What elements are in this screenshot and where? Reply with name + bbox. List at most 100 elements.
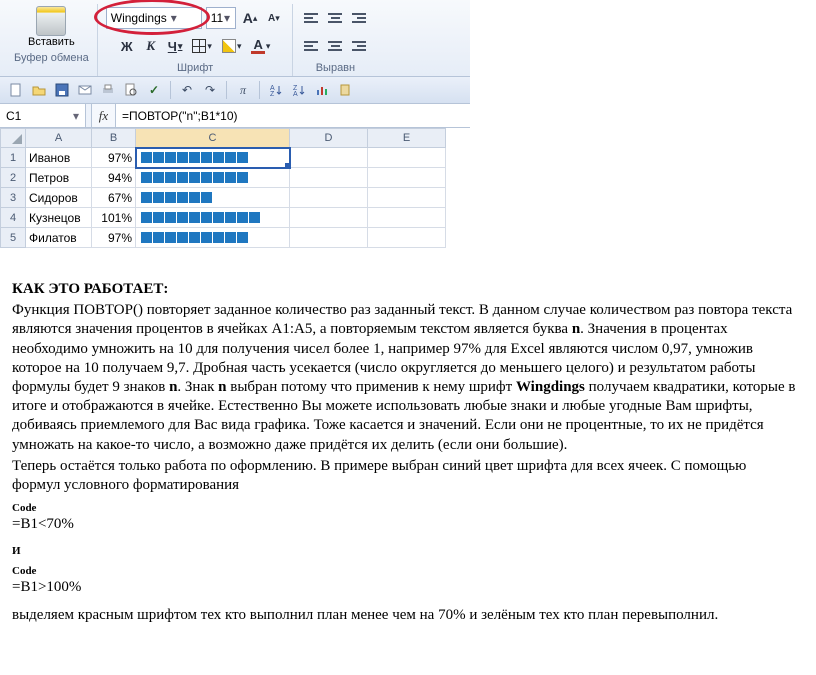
align-middle-button[interactable] — [325, 7, 345, 29]
wingdings-bar — [139, 192, 212, 203]
square-icon — [213, 212, 224, 223]
cell-empty[interactable] — [368, 188, 446, 208]
cell-bar[interactable] — [136, 148, 290, 168]
wingdings-bar — [139, 152, 248, 163]
cell-name[interactable]: Сидоров — [26, 188, 92, 208]
align-left-icon — [304, 41, 318, 51]
article-p2: Теперь остаётся только работа по оформле… — [12, 457, 798, 495]
align-top-button[interactable] — [301, 7, 321, 29]
qat-chart-button[interactable] — [312, 80, 332, 100]
sort-asc-icon: AZ — [269, 83, 283, 97]
borders-button[interactable]: ▾ — [189, 35, 215, 57]
quick-access-toolbar: ✓ ↶ ↷ π AZ ZA — [0, 77, 470, 104]
cell-name[interactable]: Кузнецов — [26, 208, 92, 228]
align-group-label: Выравн — [316, 62, 355, 74]
cell-empty[interactable] — [290, 168, 368, 188]
row-header[interactable]: 1 — [0, 148, 26, 168]
qat-undo-button[interactable]: ↶ — [177, 80, 197, 100]
cell-empty[interactable] — [368, 168, 446, 188]
increase-font-button[interactable]: A▴ — [240, 7, 261, 29]
cell-name[interactable]: Филатов — [26, 228, 92, 248]
formula-input[interactable]: =ПОВТОР("n";B1*10) — [116, 104, 470, 127]
cell-empty[interactable] — [368, 228, 446, 248]
square-icon — [189, 152, 200, 163]
qat-pi-button[interactable]: π — [233, 80, 253, 100]
font-size-value: 11 — [211, 11, 223, 25]
row-header[interactable]: 2 — [0, 168, 26, 188]
name-box[interactable]: C1 ▾ — [0, 104, 86, 127]
align-center-button[interactable] — [325, 35, 345, 57]
align-top-icon — [304, 13, 318, 23]
file-icon — [9, 83, 23, 97]
cell-empty[interactable] — [290, 188, 368, 208]
align-left-button[interactable] — [301, 35, 321, 57]
font-size-combo[interactable]: 11 ▾ — [206, 7, 236, 29]
save-icon — [55, 83, 69, 97]
decrease-font-button[interactable]: A▾ — [264, 7, 284, 29]
square-icon — [201, 212, 212, 223]
paste-button[interactable]: Вставить — [24, 4, 79, 50]
clipboard-icon — [338, 83, 352, 97]
cell-empty[interactable] — [368, 148, 446, 168]
cell-bar[interactable] — [136, 168, 290, 188]
font-name-combo[interactable]: Wingdings ▾ — [106, 7, 202, 29]
qat-save-button[interactable] — [52, 80, 72, 100]
italic-button[interactable]: К — [141, 35, 161, 57]
fx-button[interactable]: fx — [92, 104, 116, 127]
column-header[interactable]: A — [26, 128, 92, 148]
align-right-button[interactable] — [349, 35, 369, 57]
column-header[interactable]: D — [290, 128, 368, 148]
qat-open-button[interactable] — [29, 80, 49, 100]
font-color-button[interactable]: А▾ — [248, 35, 273, 57]
underline-button[interactable]: Ч▾ — [165, 35, 186, 57]
square-icon — [213, 232, 224, 243]
select-all-corner[interactable] — [0, 128, 26, 148]
cell-empty[interactable] — [290, 208, 368, 228]
cell-pct[interactable]: 97% — [92, 148, 136, 168]
column-header[interactable]: E — [368, 128, 446, 148]
chevron-down-icon: ▾ — [223, 11, 231, 25]
qat-redo-button[interactable]: ↷ — [200, 80, 220, 100]
fill-color-button[interactable]: ▾ — [219, 35, 245, 57]
square-icon — [165, 212, 176, 223]
font-color-icon: А — [251, 39, 264, 54]
align-bottom-button[interactable] — [349, 7, 369, 29]
qat-paste-button[interactable] — [335, 80, 355, 100]
bold-button[interactable]: Ж — [117, 35, 137, 57]
row-header[interactable]: 5 — [0, 228, 26, 248]
row-header[interactable]: 4 — [0, 208, 26, 228]
name-box-value: C1 — [6, 109, 21, 123]
font-group-label: Шрифт — [177, 62, 213, 74]
qat-sort-asc-button[interactable]: AZ — [266, 80, 286, 100]
qat-spell-button[interactable]: ✓ — [144, 80, 164, 100]
cell-name[interactable]: Иванов — [26, 148, 92, 168]
square-icon — [141, 172, 152, 183]
cell-bar[interactable] — [136, 208, 290, 228]
cell-empty[interactable] — [290, 228, 368, 248]
cell-bar[interactable] — [136, 228, 290, 248]
qat-new-button[interactable] — [6, 80, 26, 100]
column-header[interactable]: B — [92, 128, 136, 148]
cell-pct[interactable]: 67% — [92, 188, 136, 208]
cell-name[interactable]: Петров — [26, 168, 92, 188]
cell-pct[interactable]: 101% — [92, 208, 136, 228]
code-line-1: =B1<70% — [12, 515, 798, 534]
formula-text: =ПОВТОР("n";B1*10) — [122, 109, 238, 123]
qat-sort-desc-button[interactable]: ZA — [289, 80, 309, 100]
worksheet-grid[interactable]: 1 2 3 4 5 A B C D E Иванов97%Петров94%Си… — [0, 128, 470, 248]
cell-bar[interactable] — [136, 188, 290, 208]
qat-print-button[interactable] — [98, 80, 118, 100]
column-header[interactable]: C — [136, 128, 290, 148]
cell-empty[interactable] — [368, 208, 446, 228]
square-icon — [201, 152, 212, 163]
row-header[interactable]: 3 — [0, 188, 26, 208]
square-icon — [225, 152, 236, 163]
qat-preview-button[interactable] — [121, 80, 141, 100]
qat-email-button[interactable] — [75, 80, 95, 100]
cell-pct[interactable]: 97% — [92, 228, 136, 248]
square-icon — [177, 232, 188, 243]
cell-empty[interactable] — [290, 148, 368, 168]
align-middle-icon — [328, 13, 342, 23]
cell-pct[interactable]: 94% — [92, 168, 136, 188]
square-icon — [189, 232, 200, 243]
